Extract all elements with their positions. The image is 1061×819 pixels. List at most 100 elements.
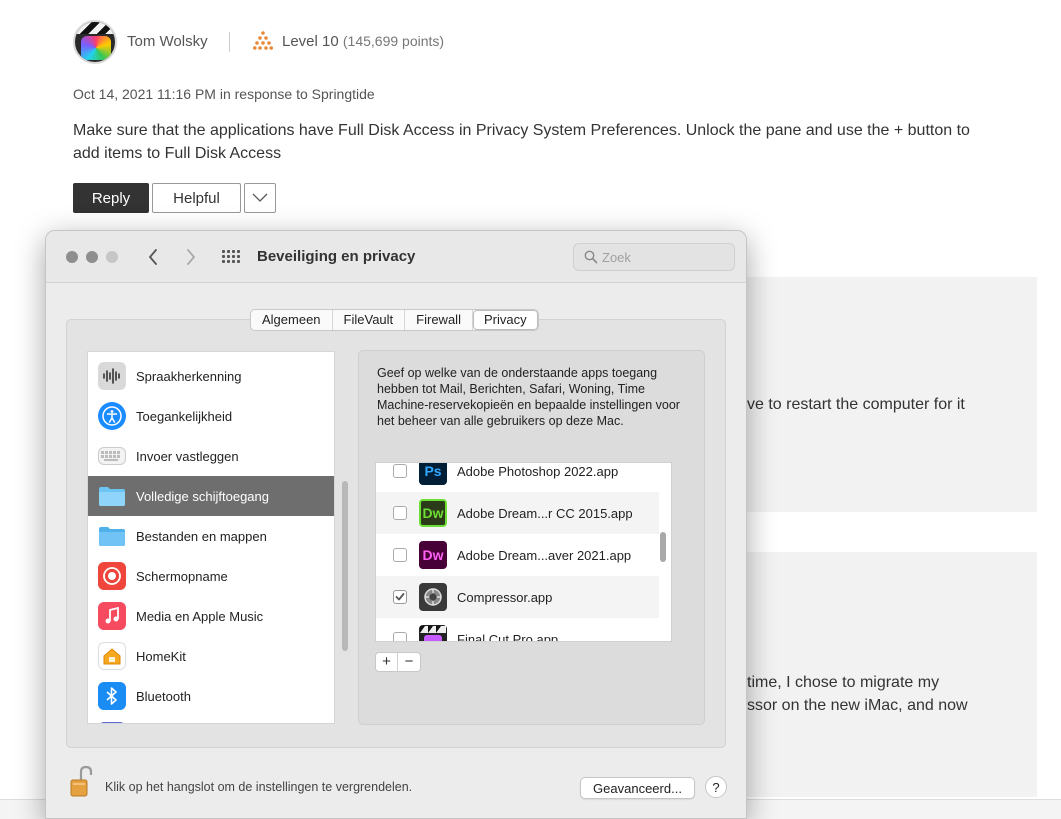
- sidebar-item-label: Media en Apple Music: [136, 608, 264, 624]
- app-list-scrollbar[interactable]: [656, 462, 670, 642]
- sidebar-item-speech-recognition[interactable]: Spraakherkenning: [88, 356, 334, 396]
- sidebar-item-label: Bluetooth: [136, 688, 191, 704]
- sidebar-item-accessibility[interactable]: Toegankelijkheid: [88, 396, 334, 436]
- app-checkbox-checked[interactable]: [393, 590, 407, 604]
- compressor-icon: [419, 583, 447, 611]
- sidebar-item-label: Toegankelijkheid: [136, 408, 233, 424]
- dreamweaver-icon: Dw: [419, 499, 447, 527]
- app-name: Adobe Photoshop 2022.app: [457, 463, 619, 479]
- scrollbar-thumb[interactable]: [342, 481, 348, 651]
- sidebar-item-input-monitoring[interactable]: Invoer vastleggen: [88, 436, 334, 476]
- window-title: Beveiliging en privacy: [257, 248, 416, 265]
- app-row-dreamweaver-2021[interactable]: Dw Adobe Dream...aver 2021.app: [376, 534, 659, 576]
- sidebar-item-files-and-folders[interactable]: Bestanden en mappen: [88, 516, 334, 556]
- app-name: Adobe Dream...r CC 2015.app: [457, 505, 633, 521]
- lock-hint: Klik op het hangslot om de instellingen …: [105, 780, 413, 794]
- app-checkbox[interactable]: [393, 464, 407, 478]
- app-name: Adobe Dream...aver 2021.app: [457, 547, 632, 563]
- add-app-button[interactable]: +: [376, 653, 398, 671]
- access-panel: Geef op welke van de onderstaande apps t…: [358, 350, 705, 725]
- screen-record-icon: [98, 562, 126, 590]
- photoshop-icon: Ps: [419, 463, 447, 485]
- keyboard-icon: [98, 447, 126, 465]
- sidebar-item-label: HomeKit: [136, 648, 186, 664]
- tab-algemeen[interactable]: Algemeen: [251, 310, 333, 330]
- waveform-icon: [98, 362, 126, 390]
- zoom-window-button[interactable]: [106, 251, 118, 263]
- app-checkbox[interactable]: [393, 548, 407, 562]
- chevron-right-icon: [187, 249, 195, 265]
- search-icon: [584, 250, 598, 264]
- checkmark-icon: [395, 593, 405, 601]
- level-label: Level 10: [282, 33, 339, 50]
- final-cut-pro-icon: [419, 625, 447, 641]
- sidebar-item-label: Volledige schijftoegang: [136, 488, 269, 504]
- back-button[interactable]: [141, 245, 165, 269]
- level-points: (145,699 points): [342, 33, 445, 49]
- padlock-open-icon[interactable]: [68, 765, 94, 799]
- divider: [229, 32, 230, 52]
- app-row-dreamweaver-2015[interactable]: Dw Adobe Dream...r CC 2015.app: [376, 492, 659, 534]
- add-remove-control: + −: [375, 652, 421, 672]
- reply-text: time, I chose to migrate my ssor on the …: [747, 671, 968, 717]
- dreamweaver-icon: Dw: [419, 541, 447, 569]
- app-row-final-cut-pro[interactable]: Final Cut Pro.app: [376, 618, 659, 642]
- tab-privacy[interactable]: Privacy: [472, 310, 538, 330]
- accessibility-icon: [98, 402, 126, 430]
- author-name[interactable]: Tom Wolsky: [127, 33, 208, 50]
- app-name: Compressor.app: [457, 589, 553, 605]
- remove-app-button[interactable]: −: [398, 653, 420, 671]
- privacy-category-list[interactable]: Spraakherkenning Toegankelijkheid Invoer…: [87, 351, 335, 724]
- more-options-button[interactable]: [244, 183, 276, 213]
- tab-bar: Algemeen FileVault Firewall Privacy: [250, 309, 539, 331]
- author-avatar[interactable]: [73, 20, 117, 64]
- author-level: Level 10 (145,699 points): [282, 33, 444, 50]
- sidebar-item-bluetooth[interactable]: Bluetooth: [88, 676, 334, 716]
- minimize-window-button[interactable]: [86, 251, 98, 263]
- reply-button[interactable]: Reply: [73, 183, 149, 213]
- preferences-window: Beveiliging en privacy Algemeen FileVaul…: [45, 230, 747, 819]
- reply-text: ve to restart the computer for it: [747, 396, 965, 413]
- sidebar-item-label: Spraakherkenning: [136, 368, 242, 384]
- show-all-grid-icon[interactable]: [222, 250, 242, 264]
- chevron-left-icon: [149, 249, 157, 265]
- folder-icon: [98, 482, 126, 510]
- app-checkbox[interactable]: [393, 506, 407, 520]
- post-body: Make sure that the applications have Ful…: [73, 122, 970, 162]
- clapper-stripes: [75, 22, 115, 34]
- app-access-list[interactable]: Ps Adobe Photoshop 2022.app Dw Adobe Dre…: [375, 462, 672, 642]
- sidebar-item-homekit[interactable]: HomeKit: [88, 636, 334, 676]
- help-button[interactable]: ?: [705, 776, 727, 798]
- home-icon: [98, 642, 126, 670]
- helpful-button[interactable]: Helpful: [152, 183, 241, 213]
- app-checkbox[interactable]: [393, 632, 407, 641]
- music-note-icon: [98, 602, 126, 630]
- search-input[interactable]: [602, 248, 730, 266]
- app-row-photoshop[interactable]: Ps Adobe Photoshop 2022.app: [376, 463, 659, 492]
- app-row-compressor[interactable]: Compressor.app: [376, 576, 659, 618]
- search-field[interactable]: [573, 243, 735, 271]
- level-pyramid-icon: [253, 31, 273, 50]
- chevron-down-icon: [252, 193, 268, 202]
- bluetooth-icon: [98, 682, 126, 710]
- sidebar-item-label: Schermopname: [136, 568, 228, 584]
- sidebar-item-label: Invoer vastleggen: [136, 448, 239, 464]
- advanced-button[interactable]: Geavanceerd...: [580, 777, 695, 799]
- reply-text-line: ssor on the new iMac, and now: [747, 697, 968, 714]
- scrollbar-thumb[interactable]: [660, 532, 666, 562]
- sidebar-item-media-apple-music[interactable]: Media en Apple Music: [88, 596, 334, 636]
- tab-firewall[interactable]: Firewall: [405, 310, 473, 330]
- access-description: Geef op welke van de onderstaande apps t…: [377, 366, 680, 428]
- sidebar-item-screen-recording[interactable]: Schermopname: [88, 556, 334, 596]
- sidebar-item-partial[interactable]: [88, 716, 334, 723]
- title-bar: Beveiliging en privacy: [46, 231, 746, 283]
- app-icon: [98, 722, 126, 723]
- close-window-button[interactable]: [66, 251, 78, 263]
- app-name: Final Cut Pro.app: [457, 631, 559, 642]
- folder-icon: [98, 522, 126, 550]
- tab-filevault[interactable]: FileVault: [333, 310, 406, 330]
- forward-button[interactable]: [179, 245, 203, 269]
- sidebar-scrollbar[interactable]: [339, 351, 351, 724]
- reply-panel: [741, 277, 1037, 512]
- sidebar-item-full-disk-access[interactable]: Volledige schijftoegang: [88, 476, 334, 516]
